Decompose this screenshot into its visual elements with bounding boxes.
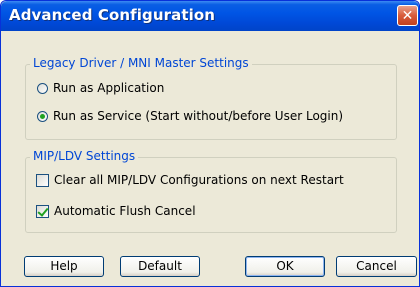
close-button[interactable]: ✕: [397, 5, 418, 26]
mip-ldv-settings-group: [25, 157, 397, 233]
run-as-application-radio[interactable]: [37, 82, 48, 94]
automatic-flush-cancel-option[interactable]: Automatic Flush Cancel: [36, 204, 196, 218]
help-button[interactable]: Help: [24, 256, 104, 277]
cancel-button[interactable]: Cancel: [336, 256, 417, 277]
legacy-settings-group: [25, 64, 397, 140]
legacy-settings-legend: Legacy Driver / MNI Master Settings: [30, 56, 252, 70]
close-icon: ✕: [401, 8, 414, 24]
clear-configurations-checkbox[interactable]: [36, 173, 49, 187]
run-as-service-label: Run as Service (Start without/before Use…: [53, 109, 344, 123]
title-bar[interactable]: Advanced Configuration ✕: [1, 1, 419, 31]
clear-configurations-option[interactable]: Clear all MIP/LDV Configurations on next…: [36, 173, 344, 187]
dialog-title: Advanced Configuration: [9, 6, 216, 24]
automatic-flush-cancel-label: Automatic Flush Cancel: [54, 204, 196, 218]
radio-selected-dot: [40, 113, 45, 119]
run-as-application-label: Run as Application: [53, 81, 165, 95]
mip-ldv-settings-legend: MIP/LDV Settings: [30, 149, 139, 163]
checkmark-icon: [37, 204, 49, 217]
advanced-configuration-dialog: Advanced Configuration ✕ Legacy Driver /…: [0, 0, 420, 287]
run-as-service-radio[interactable]: [37, 110, 48, 122]
run-as-service-option[interactable]: Run as Service (Start without/before Use…: [37, 109, 343, 123]
automatic-flush-cancel-checkbox[interactable]: [36, 204, 49, 218]
run-as-application-option[interactable]: Run as Application: [37, 81, 164, 95]
clear-configurations-label: Clear all MIP/LDV Configurations on next…: [54, 173, 344, 187]
default-button[interactable]: Default: [120, 256, 200, 277]
ok-button[interactable]: OK: [245, 256, 325, 277]
